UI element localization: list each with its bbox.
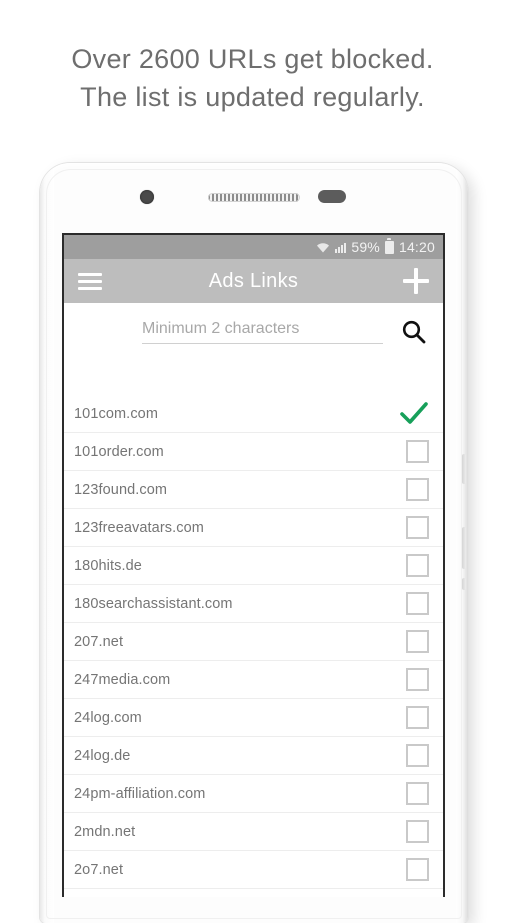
- list-item[interactable]: 2o7.net: [64, 851, 443, 889]
- phone-left-edge: [40, 163, 54, 923]
- battery-percent-label: 59%: [351, 239, 380, 255]
- phone-screen: 59% 14:20 Ads Links 101com.com 101order.c…: [62, 233, 445, 897]
- headline-line-2: The list is updated regularly.: [80, 82, 425, 112]
- app-toolbar: Ads Links: [64, 259, 443, 303]
- status-bar: 59% 14:20: [64, 235, 443, 259]
- list-item-label: 101com.com: [74, 405, 159, 422]
- checkbox-unchecked-icon[interactable]: [406, 592, 429, 615]
- checkbox-unchecked-icon[interactable]: [406, 706, 429, 729]
- list-item-label: 123found.com: [74, 481, 168, 498]
- list-item-label: 207.net: [74, 633, 124, 650]
- checkbox-unchecked-icon[interactable]: [406, 782, 429, 805]
- list-item[interactable]: 101com.com: [64, 395, 443, 433]
- list-item-label: 2o7.net: [74, 861, 124, 878]
- signal-bars-icon: [335, 242, 347, 253]
- wifi-icon: [316, 242, 330, 253]
- ads-links-list: 101com.com 101order.com 123found.com 123fre…: [64, 395, 443, 889]
- search-input[interactable]: [142, 320, 383, 338]
- checkmark-icon[interactable]: [399, 401, 429, 427]
- hamburger-menu-icon[interactable]: [78, 272, 102, 290]
- list-item[interactable]: 247media.com: [64, 661, 443, 699]
- list-item-label: 24pm-affiliation.com: [74, 785, 206, 802]
- earpiece-speaker-icon: [208, 193, 300, 202]
- list-item-label: 2mdn.net: [74, 823, 136, 840]
- list-item[interactable]: 180hits.de: [64, 547, 443, 585]
- checkbox-unchecked-icon[interactable]: [406, 744, 429, 767]
- list-item[interactable]: 123freeavatars.com: [64, 509, 443, 547]
- list-top-spacer: [64, 361, 443, 395]
- search-bar: [64, 303, 443, 361]
- list-item[interactable]: 101order.com: [64, 433, 443, 471]
- page-title: Ads Links: [208, 269, 299, 292]
- list-item[interactable]: 24log.de: [64, 737, 443, 775]
- list-item-label: 101order.com: [74, 443, 164, 460]
- volume-down-button[interactable]: [462, 578, 466, 590]
- list-item[interactable]: 123found.com: [64, 471, 443, 509]
- checkbox-unchecked-icon[interactable]: [406, 630, 429, 653]
- checkbox-unchecked-icon[interactable]: [406, 516, 429, 539]
- list-item[interactable]: 180searchassistant.com: [64, 585, 443, 623]
- volume-up-button[interactable]: [462, 527, 466, 569]
- checkbox-unchecked-icon[interactable]: [406, 668, 429, 691]
- checkbox-unchecked-icon[interactable]: [406, 820, 429, 843]
- promo-headline: Over 2600 URLs get blocked. The list is …: [0, 40, 505, 116]
- checkbox-unchecked-icon[interactable]: [406, 858, 429, 881]
- checkbox-unchecked-icon[interactable]: [406, 478, 429, 501]
- power-button[interactable]: [462, 454, 466, 484]
- proximity-sensor-icon: [318, 190, 346, 203]
- list-item-label: 180hits.de: [74, 557, 142, 574]
- checkbox-unchecked-icon[interactable]: [406, 554, 429, 577]
- list-item[interactable]: 24pm-affiliation.com: [64, 775, 443, 813]
- list-item-label: 247media.com: [74, 671, 171, 688]
- search-field-wrapper: [142, 320, 383, 344]
- headline-line-1: Over 2600 URLs get blocked.: [71, 44, 434, 74]
- list-item-label: 24log.com: [74, 709, 142, 726]
- list-item-label: 123freeavatars.com: [74, 519, 204, 536]
- clock-label: 14:20: [398, 239, 435, 255]
- list-item[interactable]: 207.net: [64, 623, 443, 661]
- list-item-label: 24log.de: [74, 747, 131, 764]
- list-item[interactable]: 24log.com: [64, 699, 443, 737]
- battery-icon: [384, 238, 394, 254]
- list-item[interactable]: 2mdn.net: [64, 813, 443, 851]
- front-camera-icon: [140, 190, 154, 204]
- plus-icon[interactable]: [403, 268, 429, 294]
- list-item-label: 180searchassistant.com: [74, 595, 233, 612]
- checkbox-unchecked-icon[interactable]: [406, 440, 429, 463]
- search-icon[interactable]: [401, 319, 427, 345]
